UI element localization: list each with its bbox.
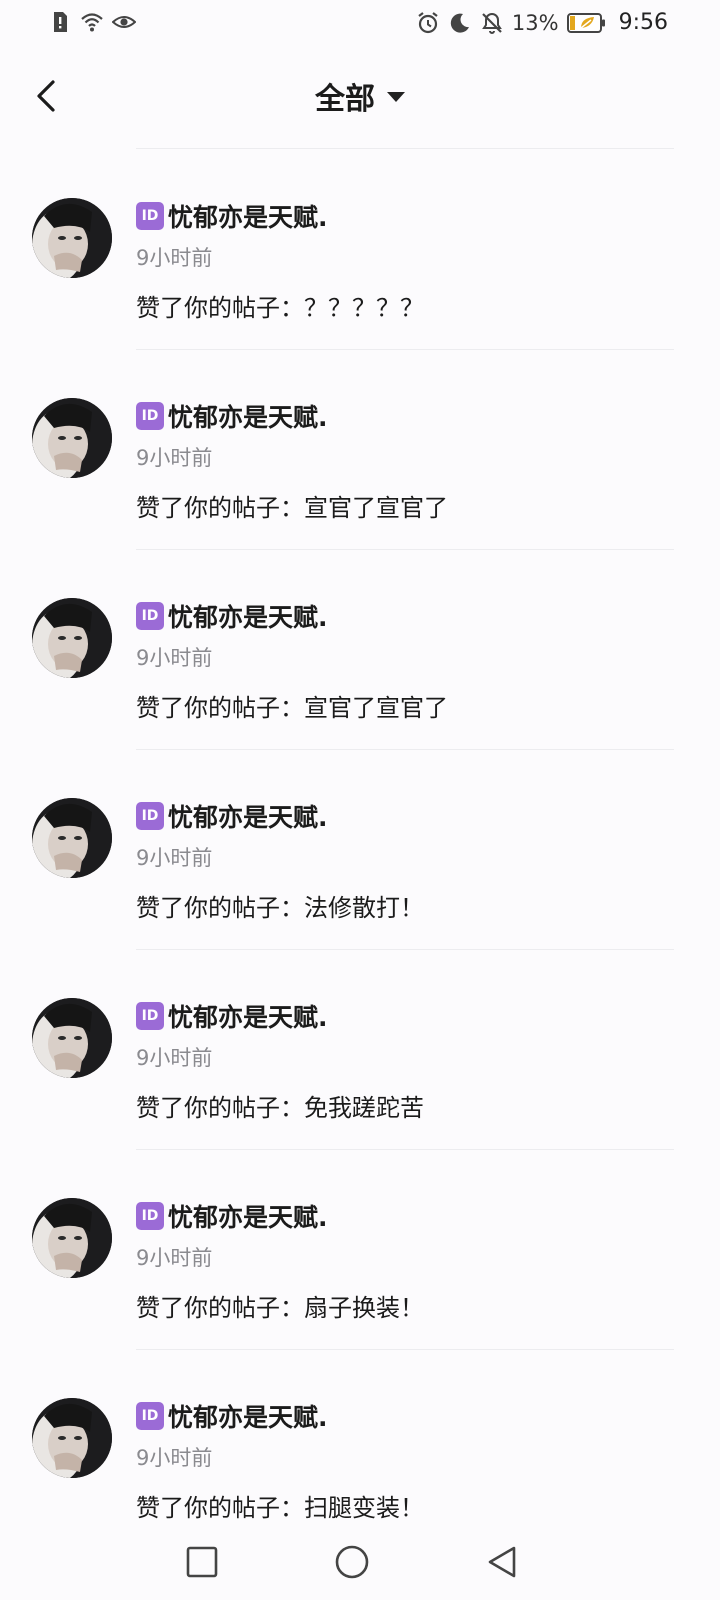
timestamp: 9小时前 xyxy=(136,1046,213,1070)
status-right: 13% 9:56 xyxy=(416,10,668,35)
name-row: ID 忧郁亦是天赋. xyxy=(136,598,328,634)
notification-text: 赞了你的帖子：宣官了宣官了 xyxy=(136,494,448,522)
username[interactable]: 忧郁亦是天赋. xyxy=(168,1398,328,1434)
timestamp: 9小时前 xyxy=(136,846,213,870)
avatar-image xyxy=(32,198,112,278)
notification-text: 赞了你的帖子：免我蹉跎苦 xyxy=(136,1094,424,1122)
recents-square-icon[interactable] xyxy=(184,1544,220,1580)
avatar[interactable] xyxy=(32,198,112,278)
name-row: ID 忧郁亦是天赋. xyxy=(136,1398,328,1434)
header-divider xyxy=(136,148,674,149)
notification-item[interactable]: ID 忧郁亦是天赋. 9小时前 赞了你的帖子：扫腿变装！ xyxy=(0,1350,720,1524)
alarm-icon xyxy=(418,11,438,33)
status-left xyxy=(48,10,136,34)
id-badge-icon: ID xyxy=(136,1202,164,1230)
avatar-image xyxy=(32,998,112,1078)
battery-percent: 13% xyxy=(511,10,559,35)
id-badge-icon: ID xyxy=(136,402,164,430)
username[interactable]: 忧郁亦是天赋. xyxy=(168,998,328,1034)
status-bar: 13% 9:56 xyxy=(0,0,720,48)
avatar[interactable] xyxy=(32,398,112,478)
header: 全部 xyxy=(0,60,720,132)
name-row: ID 忧郁亦是天赋. xyxy=(136,998,328,1034)
timestamp: 9小时前 xyxy=(136,246,213,270)
id-badge-icon: ID xyxy=(136,1002,164,1030)
avatar[interactable] xyxy=(32,598,112,678)
id-badge-icon: ID xyxy=(136,602,164,630)
avatar-image xyxy=(32,1198,112,1278)
wifi-icon xyxy=(81,13,103,32)
notification-item[interactable]: ID 忧郁亦是天赋. 9小时前 赞了你的帖子：宣官了宣官了 xyxy=(0,550,720,750)
notification-item[interactable]: ID 忧郁亦是天赋. 9小时前 赞了你的帖子：扇子换装！ xyxy=(0,1150,720,1350)
id-badge-icon: ID xyxy=(136,802,164,830)
notification-text: 赞了你的帖子：扫腿变装！ xyxy=(136,1494,424,1522)
notification-item[interactable]: ID 忧郁亦是天赋. 9小时前 赞了你的帖子：法修散打！ xyxy=(0,750,720,950)
avatar[interactable] xyxy=(32,1398,112,1478)
timestamp: 9小时前 xyxy=(136,1246,213,1270)
timestamp: 9小时前 xyxy=(136,446,213,470)
bell-off-icon xyxy=(482,12,502,34)
avatar[interactable] xyxy=(32,798,112,878)
eye-icon xyxy=(112,16,136,28)
notification-text: 赞了你的帖子：宣官了宣官了 xyxy=(136,694,448,722)
name-row: ID 忧郁亦是天赋. xyxy=(136,1198,328,1234)
timestamp: 9小时前 xyxy=(136,646,213,670)
name-row: ID 忧郁亦是天赋. xyxy=(136,798,328,834)
name-row: ID 忧郁亦是天赋. xyxy=(136,398,328,434)
username[interactable]: 忧郁亦是天赋. xyxy=(168,398,328,434)
avatar[interactable] xyxy=(32,1198,112,1278)
alert-icon xyxy=(54,12,67,32)
notification-item[interactable]: ID 忧郁亦是天赋. 9小时前 赞了你的帖子：宣官了宣官了 xyxy=(0,350,720,550)
username[interactable]: 忧郁亦是天赋. xyxy=(168,798,328,834)
notification-item[interactable]: ID 忧郁亦是天赋. 9小时前 赞了你的帖子：？？？？？ xyxy=(0,150,720,350)
id-badge-icon: ID xyxy=(136,202,164,230)
username[interactable]: 忧郁亦是天赋. xyxy=(168,1198,328,1234)
notification-item[interactable]: ID 忧郁亦是天赋. 9小时前 赞了你的帖子：免我蹉跎苦 xyxy=(0,950,720,1150)
moon-icon xyxy=(450,13,469,33)
avatar-image xyxy=(32,1398,112,1478)
notification-list[interactable]: ID 忧郁亦是天赋. 9小时前 赞了你的帖子：？？？？？ ID 忧郁亦是天赋. … xyxy=(0,150,720,1524)
notification-text: 赞了你的帖子：扇子换装！ xyxy=(136,1294,424,1322)
name-row: ID 忧郁亦是天赋. xyxy=(136,198,328,234)
filter-dropdown[interactable]: 全部 xyxy=(0,74,720,118)
screen: 13% 9:56 全部 ID 忧郁亦是天赋. 9小时前 赞了你的帖子：？？？？？… xyxy=(0,0,720,1600)
timestamp: 9小时前 xyxy=(136,1446,213,1470)
username[interactable]: 忧郁亦是天赋. xyxy=(168,198,328,234)
battery-icon xyxy=(566,12,605,33)
system-nav-bar xyxy=(0,1524,720,1600)
notification-text: 赞了你的帖子：？？？？？ xyxy=(136,294,424,322)
clock: 9:56 xyxy=(618,10,668,35)
avatar[interactable] xyxy=(32,998,112,1078)
username[interactable]: 忧郁亦是天赋. xyxy=(168,598,328,634)
avatar-image xyxy=(32,398,112,478)
page-title: 全部 xyxy=(315,82,375,117)
notification-text: 赞了你的帖子：法修散打！ xyxy=(136,894,424,922)
caret-down-icon xyxy=(387,92,405,102)
id-badge-icon: ID xyxy=(136,1402,164,1430)
avatar-image xyxy=(32,798,112,878)
avatar-image xyxy=(32,598,112,678)
home-circle-icon[interactable] xyxy=(334,1544,370,1580)
back-triangle-icon[interactable] xyxy=(484,1544,520,1580)
